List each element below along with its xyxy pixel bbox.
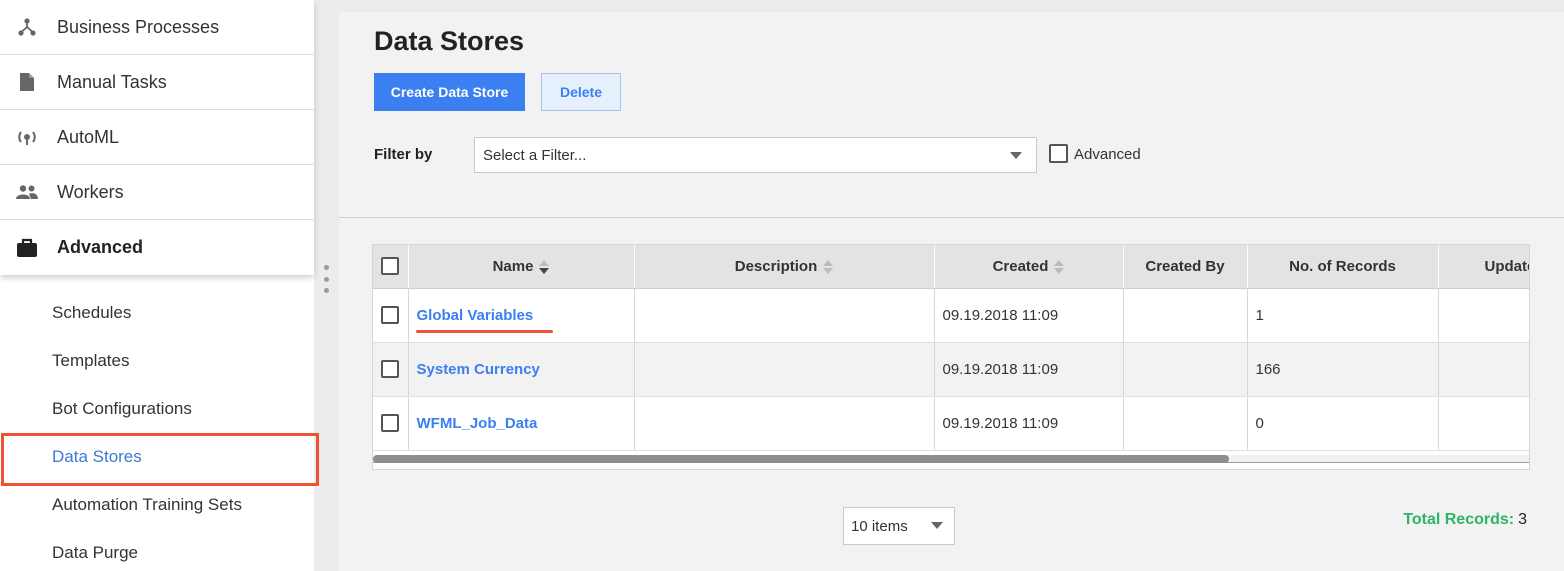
page-title: Data Stores [374, 26, 525, 56]
total-records-label: Total Records: [1403, 511, 1515, 528]
sidebar-resize-handle[interactable] [322, 265, 330, 293]
total-records: Total Records: 3 [1403, 511, 1527, 529]
column-header-created-by[interactable]: Created By [1123, 245, 1248, 289]
row-checkbox[interactable] [381, 414, 400, 433]
sort-icon [1054, 259, 1065, 275]
description-cell [634, 342, 935, 397]
nav-item-workers[interactable]: Workers [0, 165, 314, 220]
table-header-row: Name Description Created Created By No. … [373, 245, 1529, 289]
created-by-cell [1123, 396, 1248, 451]
records-cell: 0 [1247, 396, 1439, 451]
updated-cell [1438, 288, 1529, 343]
data-stores-table: Name Description Created Created By No. … [373, 245, 1529, 451]
sidebar-item-automation-training-sets[interactable]: Automation Training Sets [0, 481, 314, 529]
nav-item-label: AutoML [57, 126, 120, 147]
sidebar-item-data-purge[interactable]: Data Purge [0, 529, 314, 571]
nav-item-label: Workers [57, 181, 124, 202]
sort-icon [539, 259, 550, 275]
data-stores-grid: Name Description Created Created By No. … [372, 244, 1530, 470]
nav-item-label: Advanced [57, 237, 144, 257]
row-select-cell [373, 396, 409, 451]
annotation-underline [415, 329, 553, 333]
created-cell: 09.19.2018 11:09 [934, 396, 1124, 451]
column-header-description[interactable]: Description [634, 245, 935, 289]
briefcase-icon [16, 237, 38, 259]
filter-label: Filter by [374, 146, 433, 163]
nav-item-automl[interactable]: AutoML [0, 110, 314, 165]
records-cell: 166 [1247, 342, 1439, 397]
filter-select[interactable]: Select a Filter... [474, 137, 1037, 173]
nav-item-manual-tasks[interactable]: Manual Tasks [0, 55, 314, 110]
table-row[interactable]: WFML_Job_Data 09.19.2018 11:09 0 [373, 396, 1529, 451]
horizontal-scrollbar[interactable] [373, 455, 1529, 463]
description-cell [634, 288, 935, 343]
nav-item-business-processes[interactable]: Business Processes [0, 0, 314, 55]
created-by-cell [1123, 288, 1248, 343]
chevron-down-icon [931, 522, 943, 529]
chevron-down-icon [1010, 152, 1022, 159]
created-cell: 09.19.2018 11:09 [934, 288, 1124, 343]
data-store-link[interactable]: System Currency [417, 361, 540, 378]
name-cell: System Currency [408, 342, 635, 397]
name-cell: Global Variables [408, 288, 635, 343]
column-header-created[interactable]: Created [934, 245, 1124, 289]
scrollbar-thumb[interactable] [373, 455, 1229, 463]
created-by-cell [1123, 342, 1248, 397]
sidebar-item-data-stores[interactable]: Data Stores [0, 433, 319, 486]
table-row[interactable]: System Currency 09.19.2018 11:09 166 [373, 342, 1529, 397]
nav-item-label: Business Processes [57, 16, 220, 37]
document-icon [16, 71, 38, 93]
nav-item-advanced[interactable]: Advanced [0, 220, 314, 275]
row-checkbox[interactable] [381, 306, 400, 325]
sidebar-item-schedules[interactable]: Schedules [0, 289, 314, 337]
column-header-updated[interactable]: Updated [1438, 245, 1529, 289]
select-all-cell [373, 245, 409, 289]
page-header: Data Stores Create Data Store Delete Fil… [339, 12, 1564, 218]
delete-button[interactable]: Delete [541, 73, 621, 111]
row-select-cell [373, 342, 409, 397]
select-all-checkbox[interactable] [381, 257, 400, 276]
main-content: Data Stores Create Data Store Delete Fil… [339, 12, 1564, 571]
sidebar-item-templates[interactable]: Templates [0, 337, 314, 385]
nav-item-label: Manual Tasks [57, 71, 167, 92]
page-size-select[interactable]: 10 items [843, 507, 955, 545]
create-data-store-button[interactable]: Create Data Store [374, 73, 525, 111]
description-cell [634, 396, 935, 451]
automl-icon [16, 126, 38, 148]
row-select-cell [373, 288, 409, 343]
data-store-link[interactable]: Global Variables [415, 307, 553, 333]
records-cell: 1 [1247, 288, 1439, 343]
data-store-link[interactable]: WFML_Job_Data [417, 415, 538, 432]
sidebar-item-bot-configurations[interactable]: Bot Configurations [0, 385, 314, 433]
people-icon [16, 181, 38, 203]
page-size-value: 10 items [851, 517, 908, 535]
sidebar: Business Processes Manual Tasks AutoML W… [0, 0, 319, 571]
created-cell: 09.19.2018 11:09 [934, 342, 1124, 397]
advanced-label: Advanced [1074, 146, 1141, 163]
main-nav: Business Processes Manual Tasks AutoML W… [0, 0, 314, 275]
advanced-submenu: Schedules Templates Bot Configurations D… [0, 275, 319, 571]
row-checkbox[interactable] [381, 360, 400, 379]
column-header-records[interactable]: No. of Records [1247, 245, 1439, 289]
table-row[interactable]: Global Variables 09.19.2018 11:09 1 [373, 288, 1529, 343]
total-records-value: 3 [1518, 511, 1527, 528]
name-cell: WFML_Job_Data [408, 396, 635, 451]
hierarchy-icon [16, 16, 38, 38]
filter-select-value: Select a Filter... [483, 146, 587, 164]
advanced-checkbox[interactable] [1049, 144, 1068, 163]
updated-cell [1438, 342, 1529, 397]
updated-cell [1438, 396, 1529, 451]
sort-icon [823, 259, 834, 275]
column-header-name[interactable]: Name [408, 245, 635, 289]
